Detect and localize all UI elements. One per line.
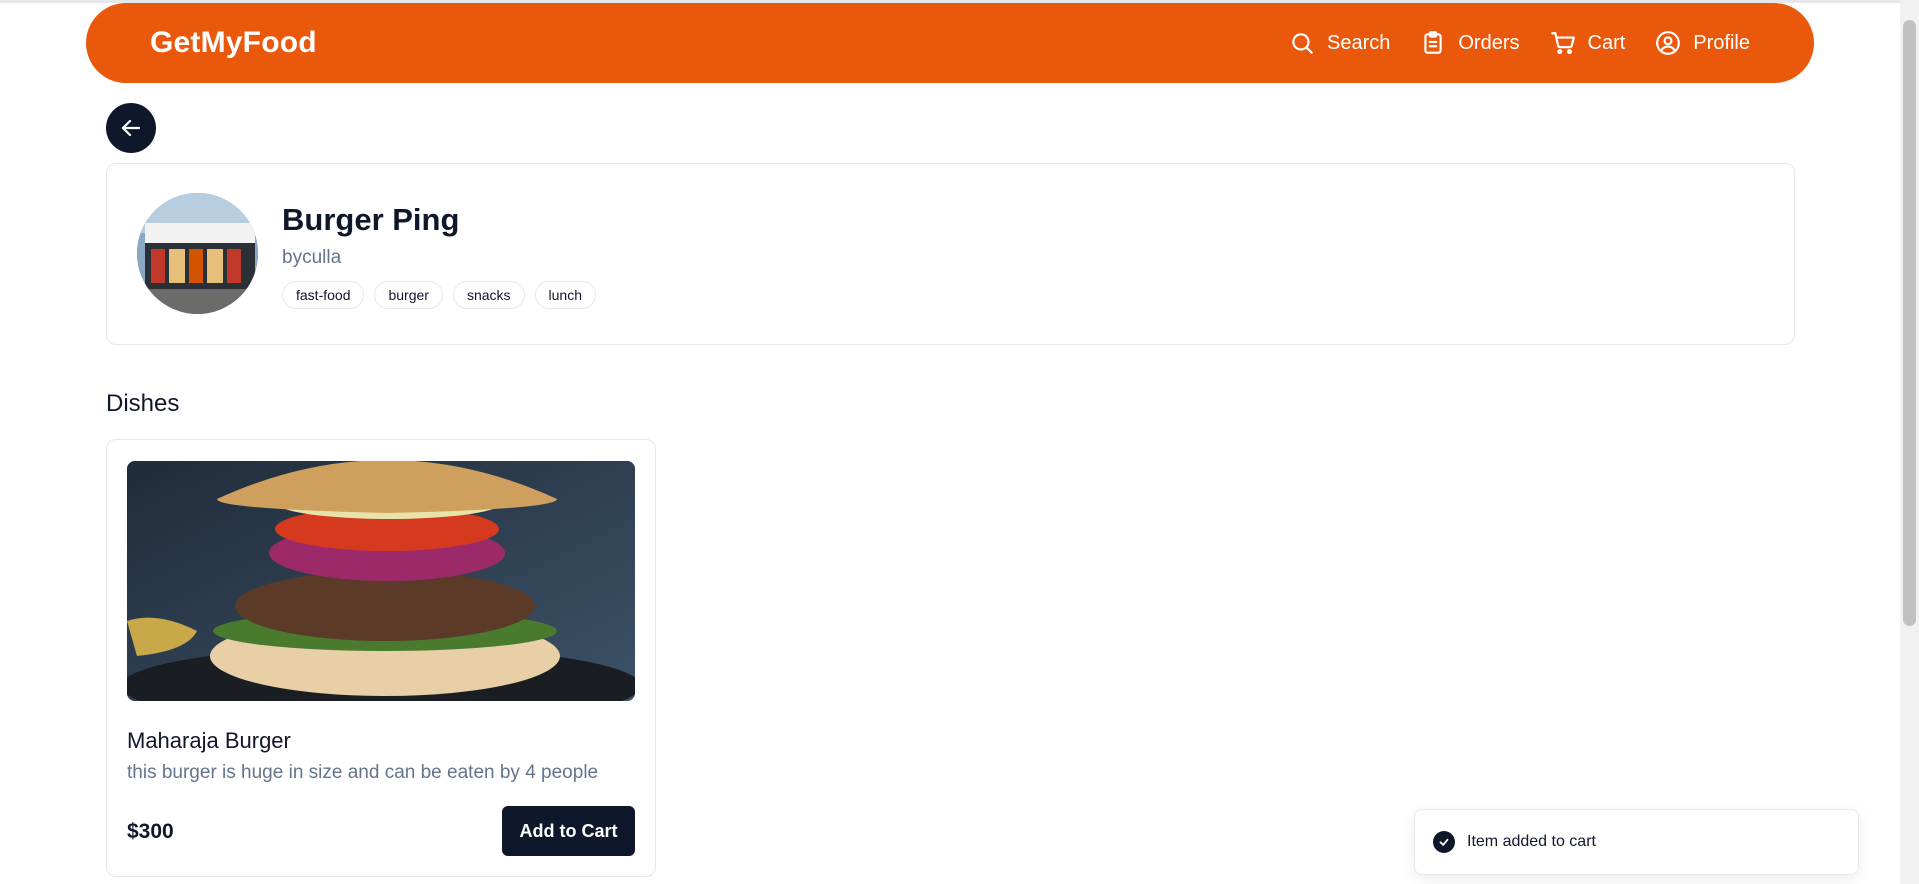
navbar: GetMyFood Search Orders Cart Profile: [86, 3, 1814, 83]
tag: fast-food: [282, 281, 365, 309]
nav-search-label: Search: [1327, 31, 1391, 54]
tag: lunch: [534, 281, 596, 309]
restaurant-name: Burger Ping: [282, 202, 460, 237]
dish-name: Maharaja Burger: [127, 728, 291, 753]
scrollbar-thumb[interactable]: [1903, 20, 1916, 626]
restaurant-card: Burger Ping byculla fast-food burger sna…: [106, 163, 1795, 345]
burger-photo: [127, 461, 635, 701]
cart-icon: [1550, 32, 1575, 55]
check-circle-icon: [1433, 831, 1455, 853]
user-circle-icon: [1656, 31, 1681, 55]
add-to-cart-button[interactable]: Add to Cart: [502, 806, 635, 856]
dishes-heading: Dishes: [106, 390, 180, 417]
search-icon: [1292, 33, 1313, 54]
brand-logo[interactable]: GetMyFood: [150, 26, 317, 60]
restaurant-location: byculla: [282, 247, 342, 268]
restaurant-info: Burger Ping byculla fast-food burger sna…: [282, 204, 596, 309]
dish-card: Maharaja Burger this burger is huge in s…: [106, 439, 656, 877]
toast-notification: Item added to cart: [1414, 809, 1859, 875]
clipboard-icon: [1424, 31, 1443, 54]
nav-cart[interactable]: Cart: [1550, 30, 1626, 56]
dish-price: $300: [127, 820, 174, 843]
tag: snacks: [452, 281, 525, 309]
nav-profile-label: Profile: [1693, 31, 1750, 54]
dish-image: [127, 461, 635, 701]
back-button[interactable]: [106, 103, 156, 153]
toast-message: Item added to cart: [1467, 833, 1596, 850]
restaurant-tags: fast-food burger snacks lunch: [282, 281, 596, 309]
storefront-image: [137, 193, 258, 314]
nav-cart-label: Cart: [1587, 31, 1626, 54]
arrow-left-icon: [121, 119, 141, 137]
tag: burger: [374, 281, 443, 309]
nav-search[interactable]: Search: [1289, 30, 1390, 56]
nav-orders-label: Orders: [1458, 31, 1520, 54]
dish-description: this burger is huge in size and can be e…: [127, 762, 599, 783]
nav-profile[interactable]: Profile: [1655, 30, 1750, 56]
nav-links: Search Orders Cart Profile: [1289, 30, 1750, 56]
restaurant-avatar: [137, 193, 258, 314]
nav-orders[interactable]: Orders: [1420, 30, 1520, 56]
